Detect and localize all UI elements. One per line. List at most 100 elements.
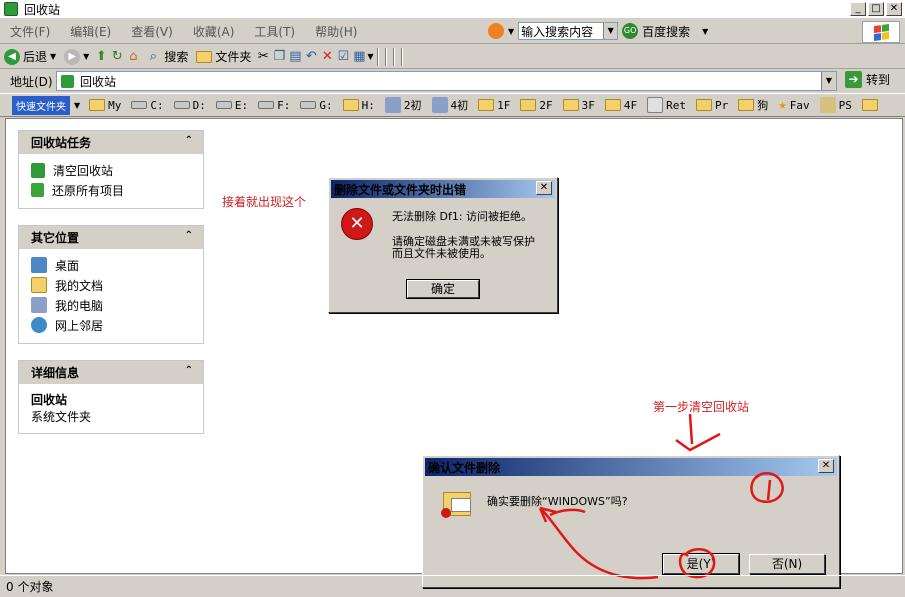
place-label: 桌面 [55, 258, 80, 273]
link-item[interactable]: 4F [600, 99, 642, 112]
minimize-button[interactable]: _ [850, 2, 866, 16]
undo-icon[interactable]: ↶ [303, 49, 319, 65]
forward-button[interactable]: ▶ ▼ [60, 47, 93, 67]
go-label: 转到 [866, 73, 891, 87]
chevron-down-icon[interactable]: ▼ [508, 27, 514, 36]
paste-icon[interactable]: ▤ [287, 49, 303, 65]
properties-icon[interactable]: ☑ [335, 49, 351, 65]
menu-view[interactable]: 查看(V) [121, 23, 183, 40]
close-button[interactable]: ✕ [886, 2, 902, 16]
link-item[interactable]: 3F [558, 99, 600, 112]
menu-tools[interactable]: 工具(T) [244, 23, 305, 40]
chevron-down-icon[interactable]: ▼ [367, 52, 373, 61]
search-engine-icon[interactable] [488, 23, 504, 39]
chevron-down-icon[interactable]: ▼ [702, 27, 708, 36]
menu-edit[interactable]: 编辑(E) [60, 23, 121, 40]
title-bar: 回收站 _ □ ✕ [0, 0, 905, 19]
chevron-down-icon[interactable]: ▼ [603, 23, 618, 39]
ok-button[interactable]: 确定 [406, 279, 480, 299]
toolbar-separator [384, 47, 387, 66]
panel-title: 回收站任务 [31, 136, 92, 150]
baidu-search-button[interactable]: 百度搜索 [642, 23, 690, 40]
link-item[interactable]: My [84, 99, 126, 112]
place-network[interactable]: 网上邻居 [31, 315, 193, 335]
toolbar-separator [392, 47, 395, 66]
views-icon[interactable]: ▦ [351, 49, 367, 65]
link-item[interactable]: D: [169, 99, 211, 112]
link-item[interactable] [857, 99, 883, 111]
no-button[interactable]: 否(N) [749, 554, 825, 574]
link-item[interactable]: Ret [642, 97, 691, 113]
delete-icon[interactable]: ✕ [319, 49, 335, 65]
error-message: 无法删除 Df1: 访问被拒绝。 [392, 210, 533, 223]
restore-icon [31, 183, 44, 197]
collapse-icon[interactable]: ⌃ [185, 230, 193, 241]
link-item[interactable]: 2F [515, 99, 557, 112]
link-item[interactable]: H: [338, 99, 380, 112]
collapse-icon[interactable]: ⌃ [185, 135, 193, 146]
folders-button[interactable]: 文件夹 [192, 47, 255, 67]
search-input[interactable]: 输入搜索内容 ▼ [518, 22, 619, 40]
links-bar: 快速文件夹 ▼ My C: D: E: F: G: H: 2初 4初 1F 2F… [0, 93, 905, 117]
star-icon: ★ [778, 97, 787, 113]
menu-file[interactable]: 文件(F) [0, 23, 60, 40]
cut-icon[interactable]: ✂ [255, 49, 271, 65]
refresh-icon[interactable]: ↻ [109, 49, 125, 65]
home-icon[interactable]: ⌂ [125, 49, 141, 65]
empty-recycle-bin-link[interactable]: 清空回收站 [31, 160, 193, 180]
restore-all-link[interactable]: 还原所有项目 [31, 180, 193, 200]
folder-icon [196, 50, 213, 63]
link-item[interactable]: PS [815, 97, 857, 113]
maximize-button[interactable]: □ [868, 2, 884, 16]
menu-help[interactable]: 帮助(H) [305, 23, 367, 40]
drive-icon [173, 101, 190, 109]
chevron-down-icon[interactable]: ▼ [74, 101, 80, 110]
place-my-computer[interactable]: 我的电脑 [31, 295, 193, 315]
panel-header[interactable]: 其它位置 ⌃ [19, 226, 203, 249]
link-item[interactable]: ★ Fav [773, 97, 814, 113]
panel-header[interactable]: 回收站任务 ⌃ [19, 131, 203, 154]
my-computer-icon [31, 297, 47, 313]
chevron-down-icon[interactable]: ▼ [821, 72, 836, 90]
folder-icon [520, 99, 537, 111]
link-item[interactable]: F: [253, 99, 295, 112]
quick-folders-button[interactable]: 快速文件夹 [12, 95, 70, 115]
link-item[interactable]: 4初 [427, 97, 474, 113]
up-folder-icon[interactable]: ⬆ [93, 49, 109, 65]
windows-logo [862, 21, 900, 43]
confirm-message: 确实要删除“WINDOWS”吗? [487, 495, 628, 508]
link-item[interactable]: 2初 [380, 97, 427, 113]
error-icon: ✕ [341, 208, 373, 240]
link-item[interactable]: G: [295, 99, 337, 112]
menu-favorites[interactable]: 收藏(A) [183, 23, 245, 40]
address-label: 地址(D) [10, 74, 53, 89]
image-icon [819, 97, 836, 113]
go-button[interactable]: ➔ 转到 [845, 71, 890, 88]
chevron-down-icon[interactable]: ▼ [83, 52, 89, 61]
panel-header[interactable]: 详细信息 ⌃ [19, 361, 203, 384]
copy-icon[interactable]: ❐ [271, 49, 287, 65]
folder-icon [861, 99, 878, 111]
link-item[interactable]: C: [126, 99, 168, 112]
link-item[interactable]: 狗 [733, 97, 773, 113]
back-button[interactable]: ◀ 后退 ▼ [0, 47, 60, 67]
place-my-documents[interactable]: 我的文档 [31, 275, 193, 295]
place-desktop[interactable]: 桌面 [31, 255, 193, 275]
link-item[interactable]: Pr [691, 99, 733, 112]
dialog-close-button[interactable]: ✕ [818, 459, 834, 473]
error-hint-line2: 而且文件未被使用。 [392, 247, 491, 260]
go-arrow-icon: ➔ [845, 71, 862, 88]
dialog-close-button[interactable]: ✕ [536, 181, 552, 195]
search-button[interactable]: ⌕ 搜索 [141, 47, 192, 67]
chevron-down-icon[interactable]: ▼ [50, 52, 56, 61]
link-item[interactable]: E: [211, 99, 253, 112]
collapse-icon[interactable]: ⌃ [185, 365, 193, 376]
address-field[interactable]: 回收站 ▼ [56, 71, 837, 91]
my-documents-icon [31, 277, 47, 293]
folder-icon [478, 99, 495, 111]
forward-arrow-icon: ▶ [64, 48, 81, 65]
dialog-title: 确认文件删除 [428, 460, 501, 475]
task-label: 清空回收站 [53, 163, 114, 178]
yes-button[interactable]: 是(Y) [662, 553, 740, 575]
link-item[interactable]: 1F [473, 99, 515, 112]
